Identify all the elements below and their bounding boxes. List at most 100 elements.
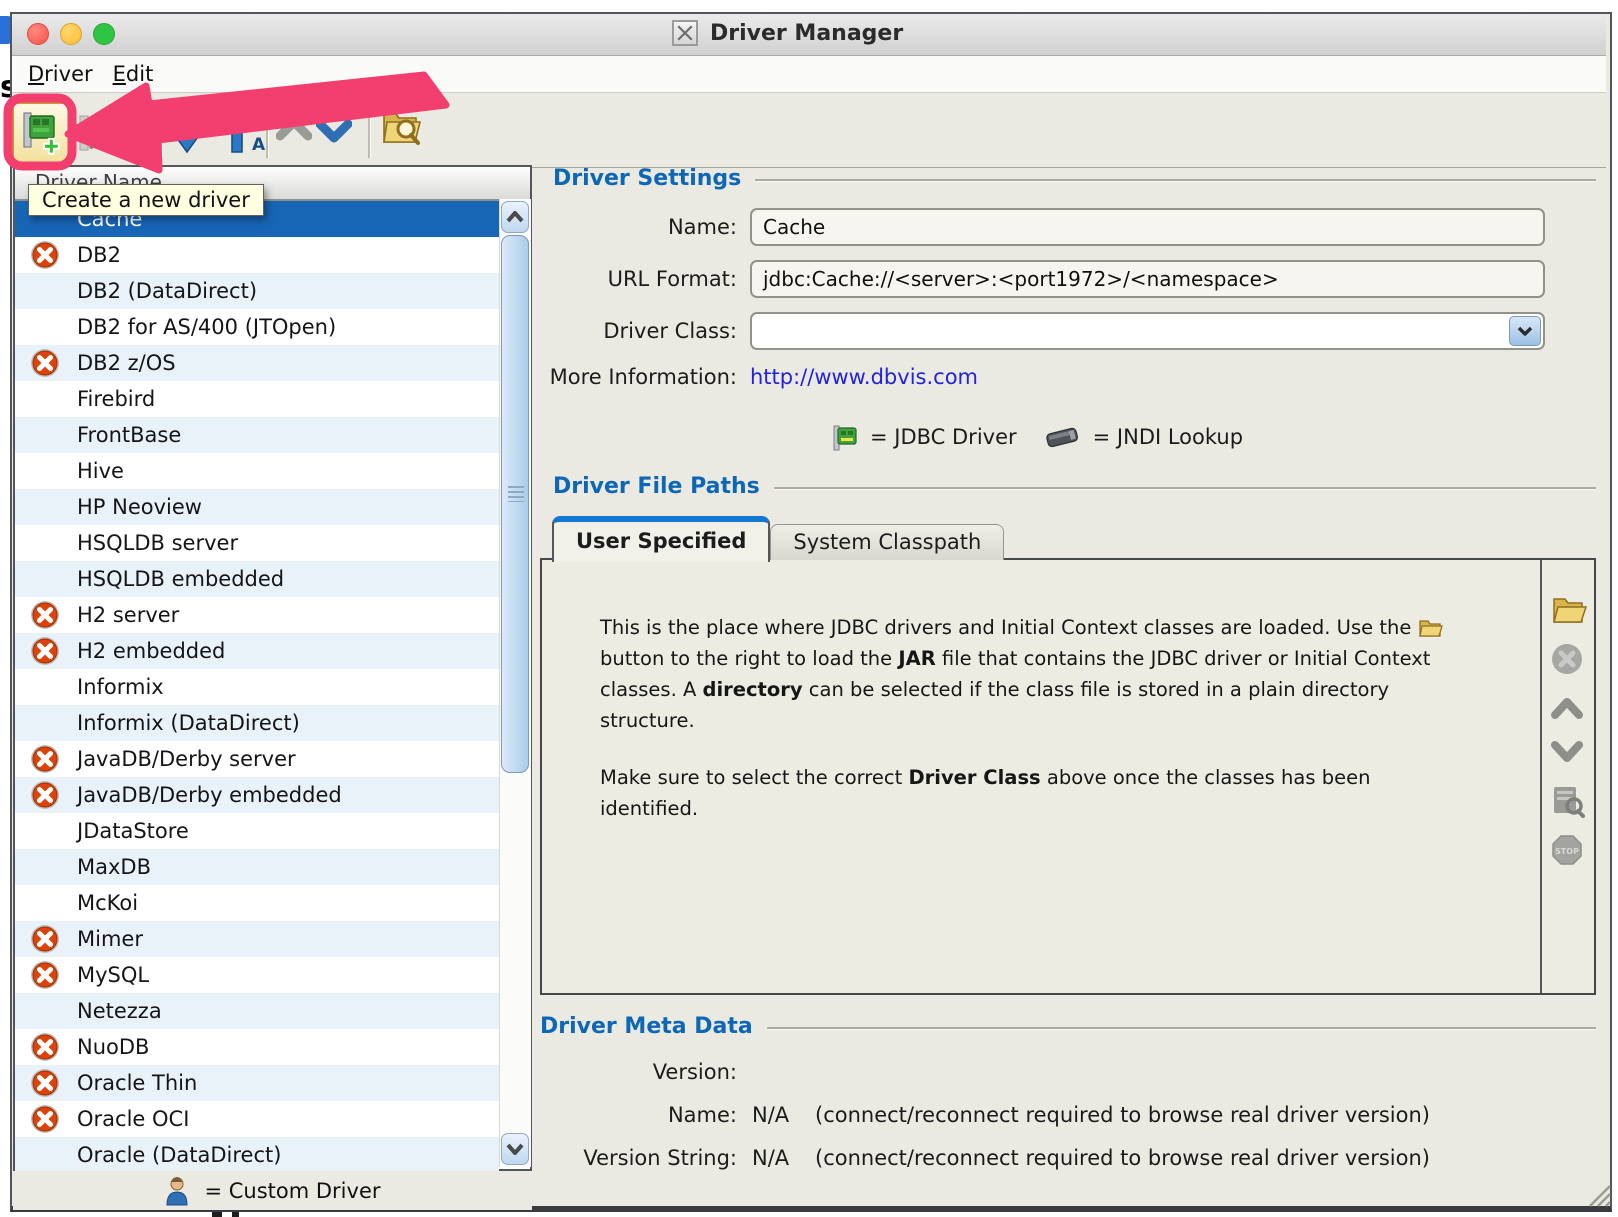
version-string-label: Version String: bbox=[540, 1142, 737, 1174]
driver-list-item[interactable]: H2 server bbox=[15, 597, 499, 633]
driver-list-item[interactable]: DB2 z/OS bbox=[15, 345, 499, 381]
find-driver-class-button[interactable] bbox=[1551, 784, 1585, 822]
driver-class-combobox[interactable] bbox=[750, 312, 1545, 350]
menu-edit[interactable]: Edit bbox=[103, 62, 164, 86]
move-up-button[interactable] bbox=[276, 116, 312, 146]
driver-list-item[interactable]: Firebird bbox=[15, 381, 499, 417]
chevron-up-icon bbox=[276, 116, 312, 142]
close-window-button[interactable] bbox=[27, 23, 49, 45]
driver-list-item[interactable]: DB2 for AS/400 (JTOpen) bbox=[15, 309, 499, 345]
driver-list-item[interactable]: JavaDB/Derby embedded bbox=[15, 777, 499, 813]
move-path-down-button[interactable] bbox=[1551, 740, 1583, 768]
driver-name: Oracle (DataDirect) bbox=[77, 1143, 281, 1167]
scrollbar-thumb[interactable] bbox=[501, 235, 529, 773]
remove-path-button[interactable] bbox=[1551, 643, 1583, 679]
menu-driver[interactable]: Driver bbox=[18, 62, 103, 86]
driver-list-item[interactable]: Oracle (DataDirect) bbox=[15, 1137, 499, 1173]
driver-missing-icon bbox=[30, 240, 60, 270]
custom-driver-note: = Custom Driver bbox=[204, 1179, 380, 1203]
open-folder-icon bbox=[1551, 594, 1587, 626]
toolbar-separator bbox=[266, 108, 269, 158]
driver-name: HSQLDB server bbox=[77, 531, 238, 555]
driver-list-item[interactable]: JDataStore bbox=[15, 813, 499, 849]
minimize-window-button[interactable] bbox=[60, 23, 82, 45]
name-input[interactable]: Cache bbox=[750, 208, 1545, 246]
driver-list-item[interactable]: JavaDB/Derby server bbox=[15, 741, 499, 777]
driver-list-item[interactable]: MySQL bbox=[15, 957, 499, 993]
driver-list-item[interactable]: HSQLDB server bbox=[15, 525, 499, 561]
name-label: Name: bbox=[540, 208, 737, 246]
svg-text:A: A bbox=[252, 135, 266, 155]
resize-grip[interactable] bbox=[1584, 1180, 1612, 1208]
create-driver-button[interactable] bbox=[12, 102, 70, 164]
custom-driver-legend: = Custom Driver bbox=[13, 1171, 532, 1210]
driver-name: DB2 (DataDirect) bbox=[77, 279, 257, 303]
remove-driver-button[interactable] bbox=[76, 112, 120, 160]
driver-class-dropdown-button[interactable] bbox=[1509, 316, 1541, 346]
sort-descending-button[interactable]: Z bbox=[170, 106, 216, 160]
section-rule bbox=[774, 487, 1596, 490]
driver-list-item[interactable]: Oracle Thin bbox=[15, 1065, 499, 1101]
driver-list-item[interactable]: HSQLDB embedded bbox=[15, 561, 499, 597]
svg-text:Z: Z bbox=[200, 111, 212, 131]
driver-list-item[interactable]: Oracle OCI bbox=[15, 1101, 499, 1137]
description-text: button to the right to load the bbox=[600, 647, 898, 670]
driver-missing-icon bbox=[30, 1104, 60, 1134]
driver-list-scrollbar[interactable] bbox=[499, 199, 531, 1167]
move-path-up-button[interactable] bbox=[1551, 696, 1583, 724]
find-in-files-icon bbox=[1551, 784, 1585, 818]
section-rule bbox=[767, 1027, 1596, 1030]
driver-list-item[interactable]: MaxDB bbox=[15, 849, 499, 885]
driver-list-rows: Cache DB2DB2 (DataDirect)DB2 for AS/400 … bbox=[15, 201, 499, 1173]
tab-system-classpath[interactable]: System Classpath bbox=[770, 524, 1004, 560]
driver-missing-icon bbox=[30, 1032, 60, 1062]
driver-name: Oracle Thin bbox=[77, 1071, 197, 1095]
toolbar-separator bbox=[160, 108, 163, 158]
meta-name-value: N/A bbox=[752, 1099, 789, 1131]
driver-list-item[interactable]: McKoi bbox=[15, 885, 499, 921]
driver-list-item[interactable]: NuoDB bbox=[15, 1029, 499, 1065]
driver-missing-icon bbox=[30, 348, 60, 378]
file-paths-tabs: User SpecifiedSystem Classpath bbox=[552, 514, 1004, 560]
driver-list-item[interactable]: HP Neoview bbox=[15, 489, 499, 525]
scroll-up-button[interactable] bbox=[501, 201, 529, 233]
title-bar[interactable]: Driver Manager bbox=[12, 14, 1606, 56]
driver-list-item[interactable]: DB2 bbox=[15, 237, 499, 273]
driver-missing-icon bbox=[30, 1068, 60, 1098]
driver-list-item[interactable]: H2 embedded bbox=[15, 633, 499, 669]
driver-settings-section: Driver Settings bbox=[553, 166, 1596, 191]
driver-list-item[interactable]: FrontBase bbox=[15, 417, 499, 453]
stop-button[interactable]: STOP bbox=[1551, 834, 1583, 870]
driver-name: McKoi bbox=[77, 891, 138, 915]
version-label: Version: bbox=[540, 1056, 737, 1088]
driver-list-item[interactable]: Mimer bbox=[15, 921, 499, 957]
tooltip: Create a new driver bbox=[28, 184, 264, 216]
driver-name: DB2 for AS/400 (JTOpen) bbox=[77, 315, 336, 339]
url-format-input[interactable]: jdbc:Cache://<server>:<port1972>/<namesp… bbox=[750, 260, 1545, 298]
meta-name-label: Name: bbox=[540, 1099, 737, 1131]
driver-list-item[interactable]: Hive bbox=[15, 453, 499, 489]
load-jar-button[interactable] bbox=[1551, 594, 1587, 630]
jndi-legend-text: = JNDI Lookup bbox=[1093, 425, 1243, 449]
find-driver-files-button[interactable] bbox=[380, 106, 426, 156]
tab-user-specified[interactable]: User Specified bbox=[552, 516, 770, 562]
driver-name: JavaDB/Derby embedded bbox=[77, 783, 342, 807]
driver-list-item[interactable]: Informix bbox=[15, 669, 499, 705]
driver-name: JavaDB/Derby server bbox=[77, 747, 296, 771]
driver-file-paths-section: Driver File Paths bbox=[553, 474, 1596, 499]
zoom-window-button[interactable] bbox=[93, 23, 115, 45]
driver-list-item[interactable]: Netezza bbox=[15, 993, 499, 1029]
move-down-button[interactable] bbox=[316, 118, 352, 148]
toolbar-separator bbox=[368, 108, 371, 158]
driver-list: Driver Name Cache DB2DB2 (DataDirect)DB2… bbox=[13, 165, 532, 1171]
scroll-down-button[interactable] bbox=[501, 1133, 529, 1165]
driver-name: Oracle OCI bbox=[77, 1107, 189, 1131]
chevron-down-icon bbox=[1517, 326, 1533, 336]
driver-name: Firebird bbox=[77, 387, 155, 411]
driver-missing-icon bbox=[30, 780, 60, 810]
chevron-up-icon bbox=[1551, 696, 1583, 720]
dbvis-link[interactable]: http://www.dbvis.com bbox=[750, 362, 978, 392]
sort-ascending-button[interactable]: Z A bbox=[220, 106, 268, 160]
driver-list-item[interactable]: DB2 (DataDirect) bbox=[15, 273, 499, 309]
driver-list-item[interactable]: Informix (DataDirect) bbox=[15, 705, 499, 741]
